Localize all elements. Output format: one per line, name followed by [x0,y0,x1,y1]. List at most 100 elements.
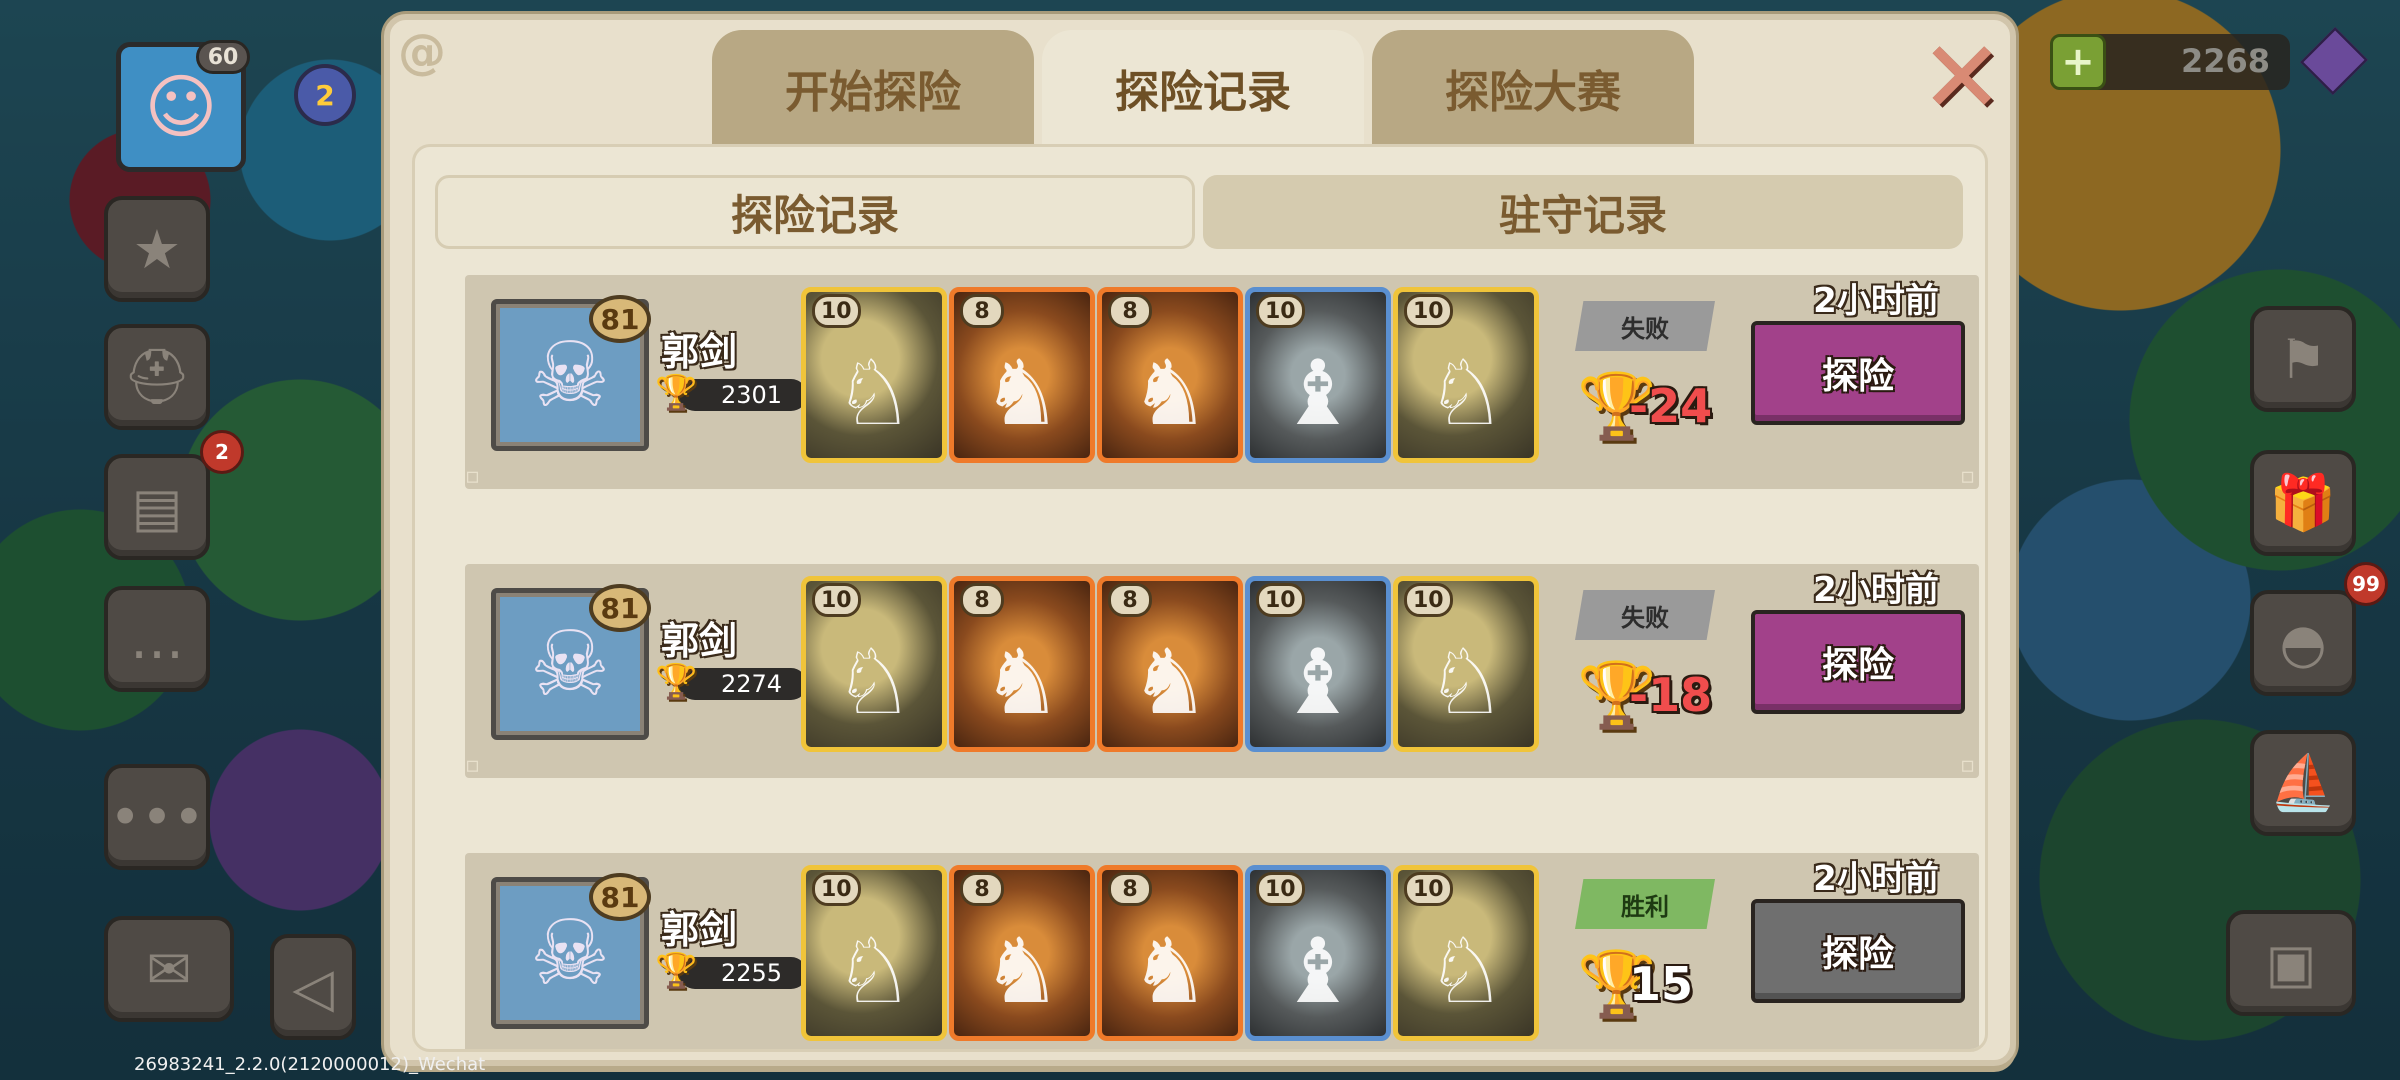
more-icon[interactable]: ••• [104,764,210,870]
result-badge: 胜利 [1575,879,1715,929]
pet-portrait-icon: ♘ [833,918,915,1024]
record-time: 2小时前 [1813,281,1939,321]
collapse-arrow-icon[interactable]: ◁ [270,934,356,1040]
pet-level-badge: 8 [1108,872,1152,906]
trophy-icon: 🏆 [655,951,698,991]
pet-card[interactable]: 10 ♘ [1393,576,1539,752]
pet-level-badge: 8 [960,872,1004,906]
pet-portrait-icon: ♘ [833,340,915,446]
pet-portrait-icon: ♝ [1277,918,1359,1024]
pet-portrait-icon: ♘ [1425,340,1507,446]
pet-card[interactable]: 10 ♘ [801,287,947,463]
tab-adventure-contest[interactable]: 探险大赛 [1372,30,1694,156]
player-level-badge: 60 [196,40,250,74]
chest-icon[interactable]: ▣ [2226,910,2356,1016]
pet-card[interactable]: 10 ♝ [1245,865,1391,1041]
tab-start-adventure[interactable]: 开始探险 [712,30,1034,156]
currency-bar: + 2268 [2050,34,2290,90]
pet-card[interactable]: 10 ♝ [1245,576,1391,752]
trophy-icon: 🏆 [655,373,698,413]
pet-portrait-icon: ♞ [981,629,1063,735]
pet-portrait-icon: ♘ [1425,629,1507,735]
subtab-adventure-record[interactable]: 探险记录 [435,175,1195,249]
table-row: ☠81郭剑2301🏆 10 ♘ 8 ♞ 8 ♞ 10 ♝ 10 ♘ 失败🏆-24… [465,275,1979,489]
table-row: ☠81郭剑2255🏆 10 ♘ 8 ♞ 8 ♞ 10 ♝ 10 ♘ 胜利🏆152… [465,853,1979,1049]
pet-level-badge: 10 [812,583,861,617]
pet-card[interactable]: 10 ♘ [1393,865,1539,1041]
pet-portrait-icon: ♞ [1129,918,1211,1024]
table-row: ☠81郭剑2274🏆 10 ♘ 8 ♞ 8 ♞ 10 ♝ 10 ♘ 失败🏆-18… [465,564,1979,778]
opponent-trophies: 2255 [679,957,807,989]
banner-icon[interactable]: ⚑ [2250,306,2356,412]
opponent-name: 郭剑 [661,330,738,374]
pet-level-badge: 8 [1108,294,1152,328]
egg-icon[interactable]: ◓ [2250,590,2356,696]
adventure-button[interactable]: 探险 [1751,610,1965,714]
pet-card[interactable]: 8 ♞ [1097,865,1243,1041]
add-currency-button[interactable]: + [2050,34,2106,90]
record-time: 2小时前 [1813,859,1939,899]
pet-portrait-icon: ♞ [981,918,1063,1024]
pet-level-badge: 10 [1256,872,1305,906]
chat-icon[interactable]: … [104,586,210,692]
pet-portrait-icon: ♝ [1277,340,1359,446]
trophy-change: 15 [1629,957,1694,1011]
pet-portrait-icon: ♝ [1277,629,1359,735]
pet-card[interactable]: 10 ♘ [1393,287,1539,463]
adventure-button[interactable]: 探险 [1751,899,1965,1003]
version-label: 26983241_2.2.0(2120000012)_Wechat [134,1054,486,1075]
pet-level-badge: 8 [960,583,1004,617]
book-icon[interactable]: ▤ [104,454,210,560]
tab-adventure-record[interactable]: 探险记录 [1042,30,1364,156]
pet-card[interactable]: 8 ♞ [1097,287,1243,463]
pet-portrait-icon: ♞ [1129,629,1211,735]
star-icon[interactable]: ★ [104,196,210,302]
pet-card[interactable]: 10 ♝ [1245,287,1391,463]
pet-portrait-icon: ♘ [1425,918,1507,1024]
map-icon[interactable]: ✉ [104,916,234,1022]
pet-card[interactable]: 8 ♞ [949,287,1095,463]
pet-card[interactable]: 10 ♘ [801,576,947,752]
opponent-trophies: 2274 [679,668,807,700]
pet-level-badge: 8 [960,294,1004,328]
opponent-trophies: 2301 [679,379,807,411]
gift-icon[interactable]: 🎁 [2250,450,2356,556]
pet-card[interactable]: 8 ♞ [949,576,1095,752]
result-badge: 失败 [1575,301,1715,351]
opponent-name: 郭剑 [661,619,738,663]
pet-level-badge: 10 [812,294,861,328]
pet-card[interactable]: 10 ♘ [801,865,947,1041]
opponent-name: 郭剑 [661,908,738,952]
star-level-icon: 2 [294,64,356,126]
opponent-level-badge: 81 [589,584,651,632]
adventure-button[interactable]: 探险 [1751,321,1965,425]
pet-level-badge: 10 [1404,294,1453,328]
record-panel: 探险记录 驻守记录 ☠81郭剑2301🏆 10 ♘ 8 ♞ 8 ♞ 10 ♝ 1… [412,144,1988,1052]
subtab-garrison-record[interactable]: 驻守记录 [1203,175,1963,249]
book-badge: 2 [200,430,244,474]
pet-level-badge: 8 [1108,583,1152,617]
adventure-record-modal: @ 开始探险 探险记录 探险大赛 ✕ 探险记录 驻守记录 ☠81郭剑2301🏆 … [384,14,2016,1066]
record-time: 2小时前 [1813,570,1939,610]
ship-icon[interactable]: ⛵ [2250,730,2356,836]
trophy-icon: 🏆 [655,662,698,702]
result-badge: 失败 [1575,590,1715,640]
pet-level-badge: 10 [1256,583,1305,617]
pet-level-badge: 10 [812,872,861,906]
pet-level-badge: 10 [1404,583,1453,617]
trophy-change: -24 [1629,379,1713,433]
close-button[interactable]: ✕ [1920,28,2004,128]
opponent-level-badge: 81 [589,295,651,343]
pet-level-badge: 10 [1404,872,1453,906]
helmet-icon[interactable]: ⛑ [104,324,210,430]
pet-card[interactable]: 8 ♞ [949,865,1095,1041]
pet-portrait-icon: ♞ [981,340,1063,446]
opponent-level-badge: 81 [589,873,651,921]
pet-portrait-icon: ♘ [833,629,915,735]
currency-amount: 2268 [2180,42,2270,80]
egg-badge: 99 [2344,562,2388,606]
trophy-change: -18 [1629,668,1713,722]
corner-swirl-icon: @ [398,24,446,80]
pet-level-badge: 10 [1256,294,1305,328]
pet-card[interactable]: 8 ♞ [1097,576,1243,752]
